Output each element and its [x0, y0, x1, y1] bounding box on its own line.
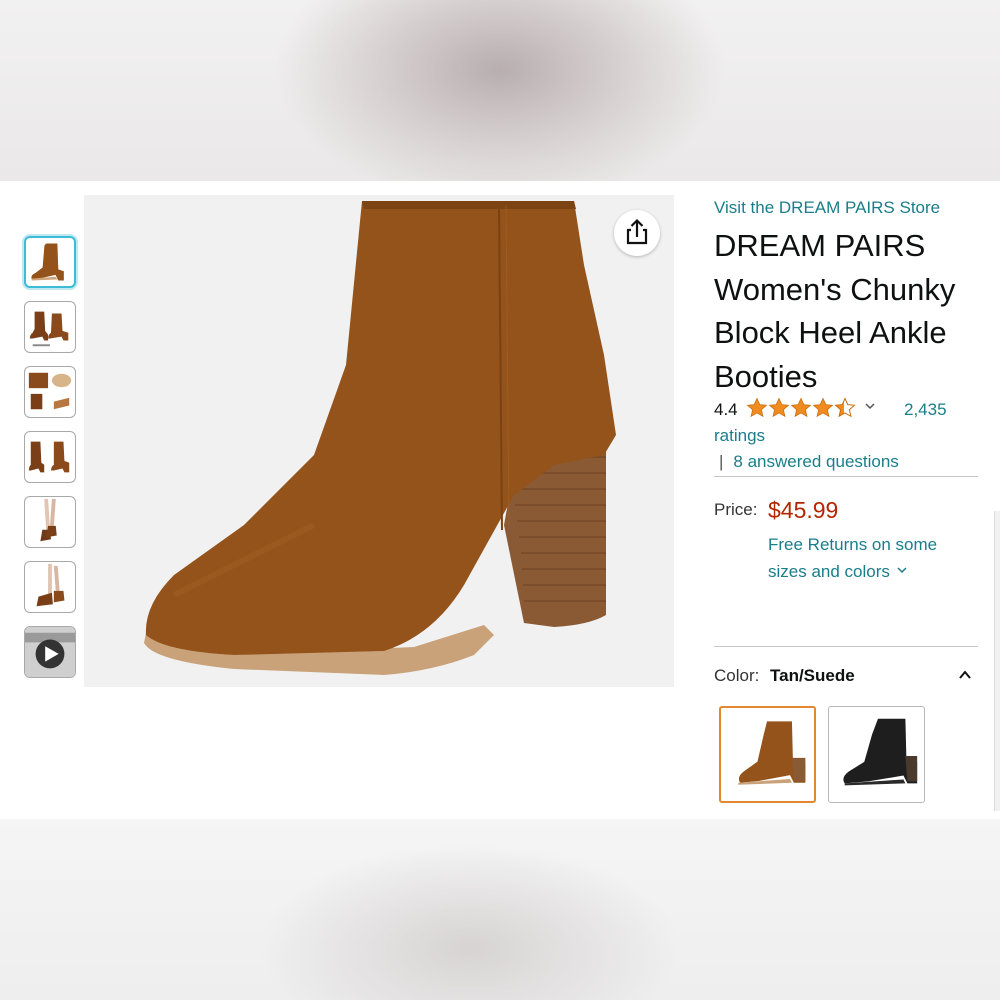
thumbnail-boot-sole[interactable] [24, 366, 76, 418]
store-link[interactable]: Visit the DREAM PAIRS Store [714, 198, 940, 218]
color-selected-value: Tan/Suede [770, 666, 855, 685]
thumbnail-boot-side[interactable] [24, 236, 76, 288]
blurred-background-top [0, 0, 1000, 181]
color-selector-header[interactable]: Color: Tan/Suede [714, 666, 978, 688]
divider [714, 646, 978, 647]
chevron-down-icon [897, 567, 907, 574]
thumbnail-video[interactable] [24, 626, 76, 678]
color-swatch-black[interactable] [828, 706, 925, 803]
free-returns-link[interactable]: Free Returns on some sizes and colors [768, 531, 978, 585]
share-button[interactable] [614, 210, 660, 256]
thumbnail-boot-pair[interactable] [24, 301, 76, 353]
chevron-up-icon[interactable] [958, 668, 972, 682]
color-label: Color: [714, 666, 760, 685]
main-product-image[interactable] [84, 195, 674, 687]
rating-value: 4.4 [714, 400, 738, 419]
product-page: Visit the DREAM PAIRS Store DREAM PAIRS … [0, 181, 1000, 819]
rating-row: 4.4 2,435 [714, 397, 984, 421]
answered-questions-row: | 8 answered questions [719, 452, 899, 472]
price-label: Price: [714, 500, 758, 519]
separator: | [719, 452, 724, 471]
thumbnail-boot-pair-front[interactable] [24, 431, 76, 483]
price-value: $45.99 [768, 497, 839, 523]
ratings-label[interactable]: ratings [714, 426, 765, 446]
scrollbar-edge [994, 511, 1000, 811]
color-swatch-tan-suede[interactable] [719, 706, 816, 803]
star-rating-icon[interactable] [746, 397, 856, 419]
divider [714, 476, 978, 477]
thumbnail-model-legs[interactable] [24, 496, 76, 548]
product-title: DREAM PAIRS Women's Chunky Block Heel An… [714, 228, 956, 394]
free-returns-text: Free Returns on some sizes and colors [768, 535, 938, 581]
share-icon [626, 218, 648, 245]
ratings-count-link[interactable]: 2,435 [904, 400, 947, 420]
answered-questions-link[interactable]: 8 answered questions [733, 452, 898, 471]
thumbnail-model-legs-side[interactable] [24, 561, 76, 613]
chevron-down-icon[interactable] [864, 399, 876, 413]
blurred-background-bottom [0, 819, 1000, 1000]
